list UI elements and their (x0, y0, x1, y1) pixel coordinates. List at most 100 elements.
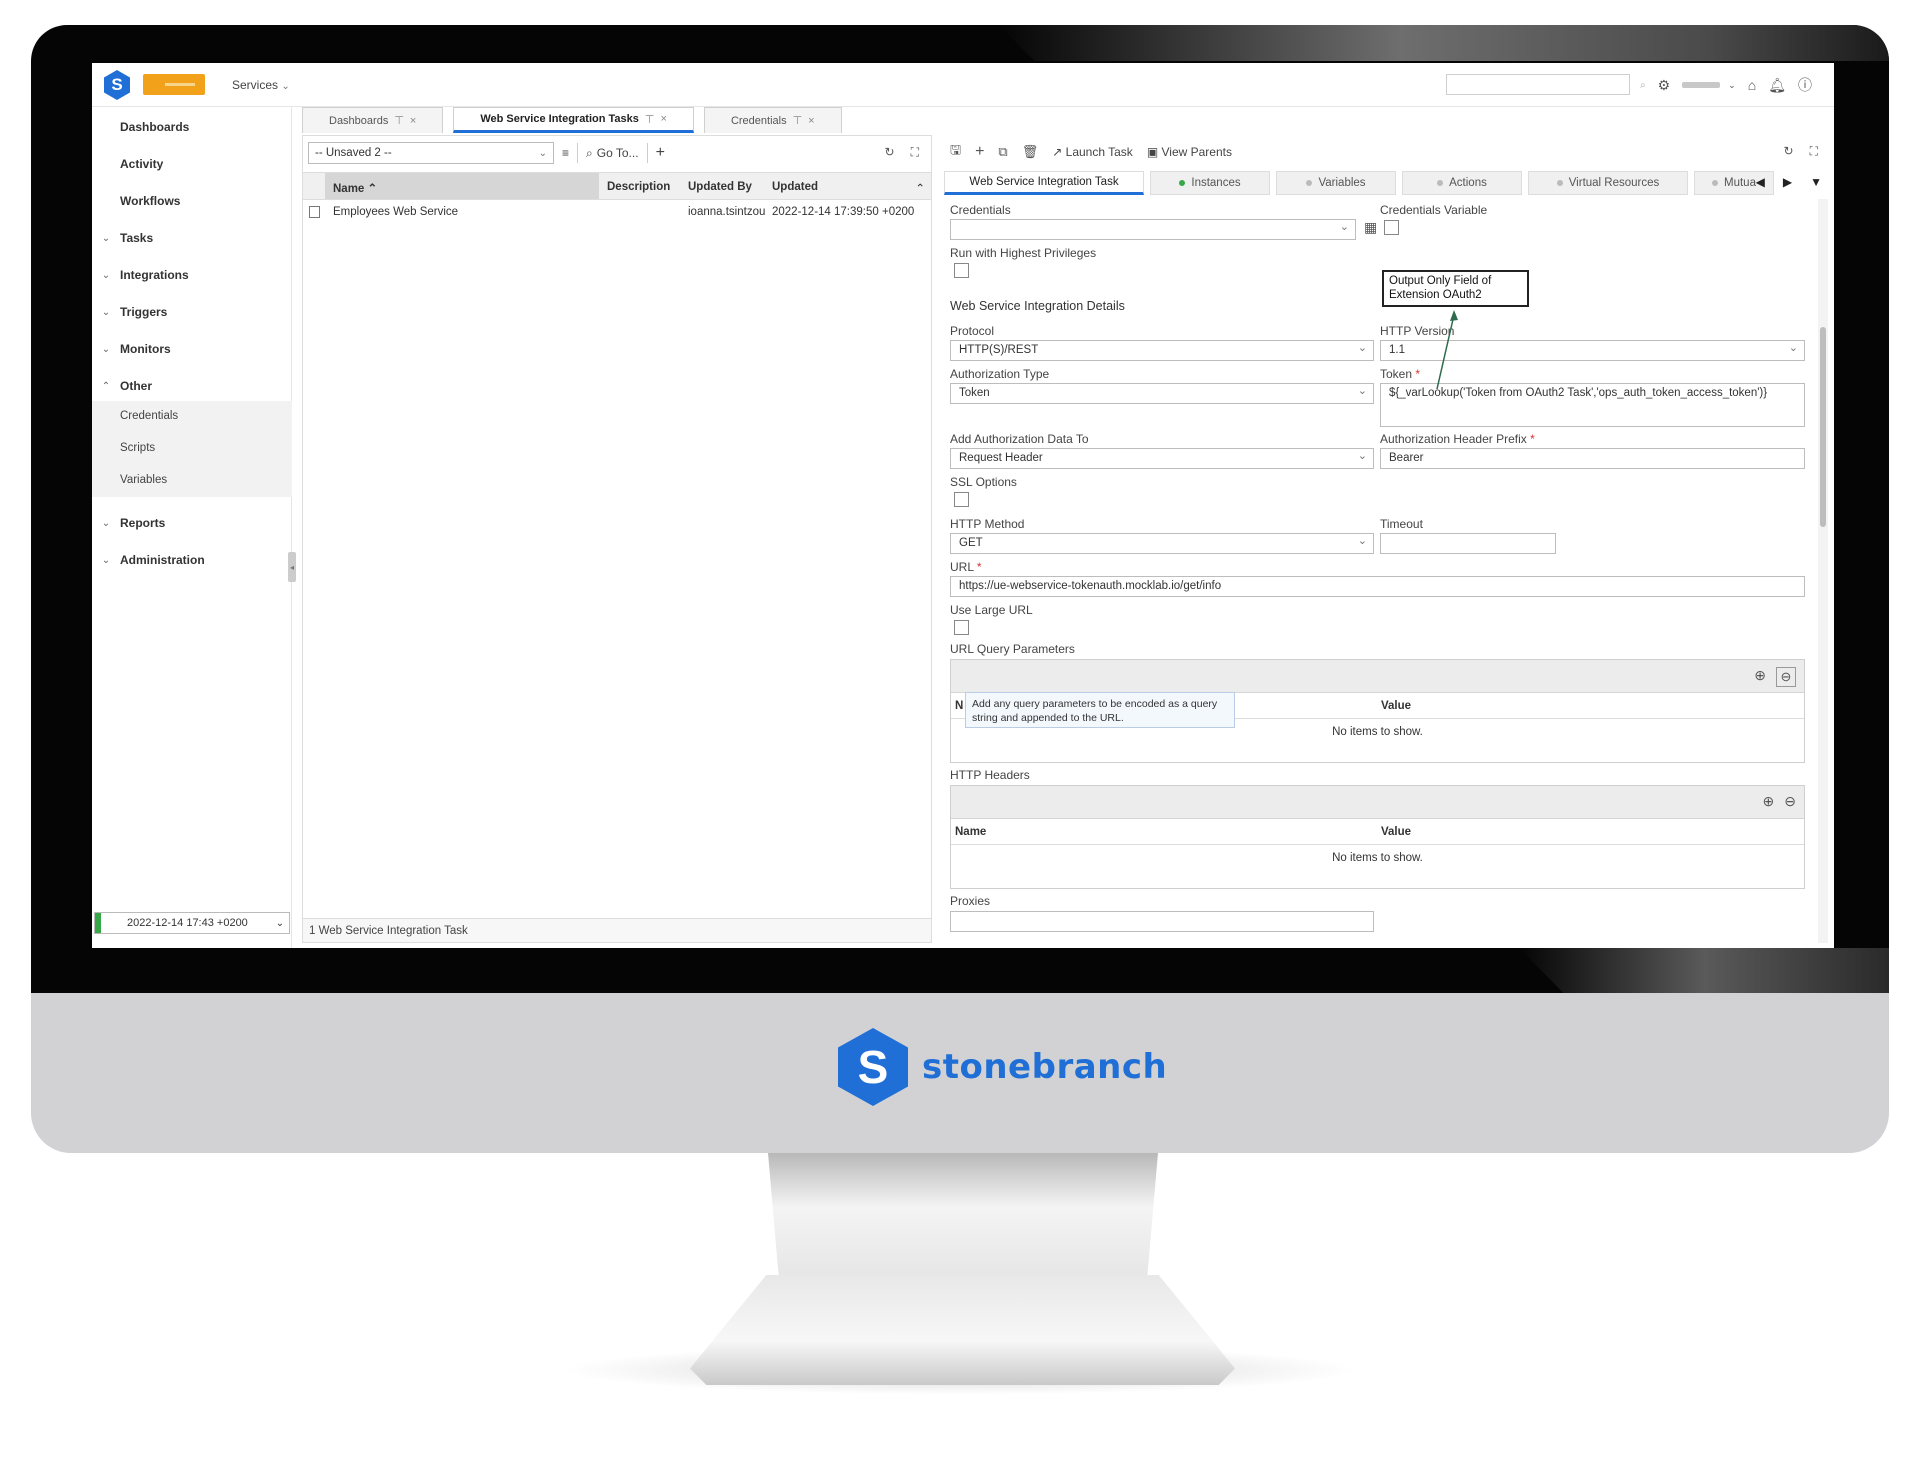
pin-icon[interactable]: ⊤ (793, 114, 803, 127)
protocol-select[interactable]: HTTP(S)/REST (950, 340, 1374, 361)
add-icon[interactable]: + (656, 144, 665, 162)
server-time-select[interactable]: 2022-12-14 17:43 +0200 ⌄ (94, 912, 290, 934)
sidebar-item-variables[interactable]: Variables (120, 474, 167, 486)
pin-icon[interactable]: ⊤ (645, 113, 655, 126)
column-header-name[interactable]: N (955, 700, 963, 712)
refresh-icon[interactable]: ↻ (1784, 144, 1794, 159)
tab-variables[interactable]: Variables (1276, 171, 1396, 195)
user-menu[interactable]: ⌄ (1682, 80, 1736, 91)
use-large-url-checkbox[interactable] (954, 620, 969, 635)
sidebar-item-tasks[interactable]: ⌄ Tasks (92, 220, 292, 256)
app-screen: S Services ⌄ ⌕ ⚙ ⌄ ⌂ 🔔︎ ⓘ Dashboards Act… (92, 63, 1834, 948)
pin-icon[interactable]: ⊤ (394, 114, 404, 127)
bezel-reflection (999, 25, 1889, 61)
stonebranch-logo: S stonebranch (838, 1028, 1167, 1106)
plus-circle-icon[interactable]: ⊕ (1754, 667, 1766, 687)
sidebar-item-other[interactable]: ⌃ Other (92, 368, 292, 404)
close-icon[interactable]: × (808, 115, 814, 127)
sidebar-item-dashboards[interactable]: Dashboards (92, 109, 292, 145)
sidebar-item-activity[interactable]: Activity (92, 146, 292, 182)
authorization-type-select[interactable]: Token (950, 383, 1374, 404)
sidebar-item-scripts[interactable]: Scripts (120, 442, 155, 454)
tab-instances[interactable]: Instances (1150, 171, 1270, 195)
minus-circle-icon[interactable]: ⊖ (1776, 667, 1796, 687)
arrow-left-icon[interactable]: ◀ (1756, 175, 1765, 189)
authorization-header-prefix-input[interactable]: Bearer (1380, 448, 1805, 469)
proxies-input[interactable] (950, 911, 1374, 932)
run-highest-privileges-checkbox[interactable] (954, 263, 969, 278)
sidebar: Dashboards Activity Workflows ⌄ Tasks ⌄ In… (92, 107, 296, 948)
sidebar-item-credentials[interactable]: Credentials (120, 410, 178, 422)
grid-toolbar: ⊕ ⊖ (951, 660, 1804, 693)
view-parents-button[interactable]: ▣ View Parents (1147, 145, 1232, 159)
tab-actions[interactable]: Actions (1402, 171, 1522, 195)
help-icon[interactable]: ⓘ (1798, 75, 1812, 95)
filter-icon[interactable]: ≡ (562, 146, 569, 160)
copy-icon[interactable]: ⧉ (998, 144, 1007, 160)
refresh-icon[interactable]: ↻ (885, 145, 895, 160)
sidebar-item-triggers[interactable]: ⌄ Triggers (92, 294, 292, 330)
app-logo-icon[interactable]: S (104, 70, 130, 100)
chevron-down-icon: ⌄ (101, 232, 111, 244)
home-icon[interactable]: ⌂ (1748, 77, 1756, 93)
bell-icon[interactable]: 🔔︎ (1768, 77, 1786, 94)
run-highest-privileges-label: Run with Highest Privileges (950, 246, 1097, 260)
tab-web-service-integration-task[interactable]: Web Service Integration Task (944, 171, 1144, 195)
sidebar-item-workflows[interactable]: Workflows (92, 183, 292, 219)
filter-select[interactable]: -- Unsaved 2 -- ⌄ (308, 142, 554, 164)
tab-dashboards[interactable]: Dashboards ⊤ × (302, 107, 444, 133)
column-header-updated[interactable]: Updated (772, 181, 818, 193)
url-input[interactable]: https://ue-webservice-tokenauth.mocklab.… (950, 576, 1805, 597)
chevron-down-icon[interactable]: ▼ (1810, 175, 1822, 189)
close-icon[interactable]: × (410, 115, 416, 127)
column-header-value[interactable]: Value (1381, 826, 1411, 838)
column-header-updated-by[interactable]: Updated By (688, 181, 752, 193)
column-header-name[interactable]: Name ⌃ (325, 173, 599, 199)
minus-circle-icon[interactable]: ⊖ (1784, 793, 1796, 810)
detail-toolbar: 🖫 + ⧉ 🗑︎ ↗ Launch Task ▣ View Parents (940, 135, 1830, 169)
close-icon[interactable]: × (661, 113, 667, 125)
maximize-icon[interactable]: ⛶ (911, 145, 919, 160)
table-row[interactable]: Employees Web Service ioanna.tsintzou 20… (303, 202, 931, 224)
tab-web-service-integration-tasks[interactable]: Web Service Integration Tasks ⊤ × (453, 107, 694, 133)
launch-task-button[interactable]: ↗ Launch Task (1052, 145, 1133, 159)
search-icon[interactable]: ⌕ (1640, 80, 1646, 91)
task-detail-pane: 🖫 + ⧉ 🗑︎ ↗ Launch Task ▣ View Parents ↻ … (940, 135, 1830, 943)
maximize-icon[interactable]: ⛶ (1810, 144, 1818, 159)
column-header-value[interactable]: Value (1381, 700, 1411, 712)
credentials-variable-checkbox[interactable] (1384, 220, 1399, 235)
services-menu[interactable]: Services ⌄ (232, 78, 290, 92)
trash-icon[interactable]: 🗑︎ (1022, 144, 1039, 160)
tab-virtual-resources[interactable]: Virtual Resources (1528, 171, 1688, 195)
form-scrollbar[interactable] (1818, 199, 1828, 943)
gear-icon[interactable]: ⚙ (1658, 77, 1671, 94)
add-authorization-data-select[interactable]: Request Header (950, 448, 1374, 469)
column-header-name[interactable]: Name (955, 826, 986, 838)
add-icon[interactable]: + (975, 143, 984, 161)
column-header-description[interactable]: Description (607, 181, 670, 193)
ssl-options-checkbox[interactable] (954, 492, 969, 507)
arrow-right-icon[interactable]: ▶ (1783, 175, 1792, 189)
timeout-input[interactable] (1380, 533, 1556, 554)
http-headers-grid: ⊕ ⊖ Name Value No items to show. (950, 785, 1805, 889)
sidebar-item-monitors[interactable]: ⌄ Monitors (92, 331, 292, 367)
token-textarea[interactable]: ${_varLookup('Token from OAuth2 Task','o… (1380, 383, 1805, 427)
sidebar-item-administration[interactable]: ⌄ Administration (92, 542, 292, 578)
toolbar-divider (577, 143, 579, 163)
global-search-input[interactable] (1446, 74, 1630, 95)
http-method-select[interactable]: GET (950, 533, 1374, 554)
sidebar-item-reports[interactable]: ⌄ Reports (92, 505, 292, 541)
sidebar-item-integrations[interactable]: ⌄ Integrations (92, 257, 292, 293)
top-icons: ⌕ ⚙ ⌄ ⌂ 🔔︎ ⓘ (1640, 75, 1812, 95)
tab-credentials[interactable]: Credentials ⊤ × (703, 107, 842, 133)
plus-circle-icon[interactable]: ⊕ (1763, 793, 1775, 810)
save-icon[interactable]: 🖫 (950, 141, 961, 163)
query-parameters-grid: ⊕ ⊖ N Value No items to show. Add any qu… (950, 659, 1805, 763)
credentials-lookup-icon[interactable]: ▦ (1364, 219, 1377, 236)
chevron-up-icon[interactable]: ⌃ (915, 181, 925, 195)
sidebar-collapse-handle[interactable]: ◂ (288, 552, 296, 582)
scrollbar-thumb[interactable] (1820, 327, 1826, 527)
credentials-select[interactable] (950, 219, 1356, 240)
http-version-select[interactable]: 1.1 (1380, 340, 1805, 361)
goto-button[interactable]: ⌕ Go To... (586, 146, 639, 161)
